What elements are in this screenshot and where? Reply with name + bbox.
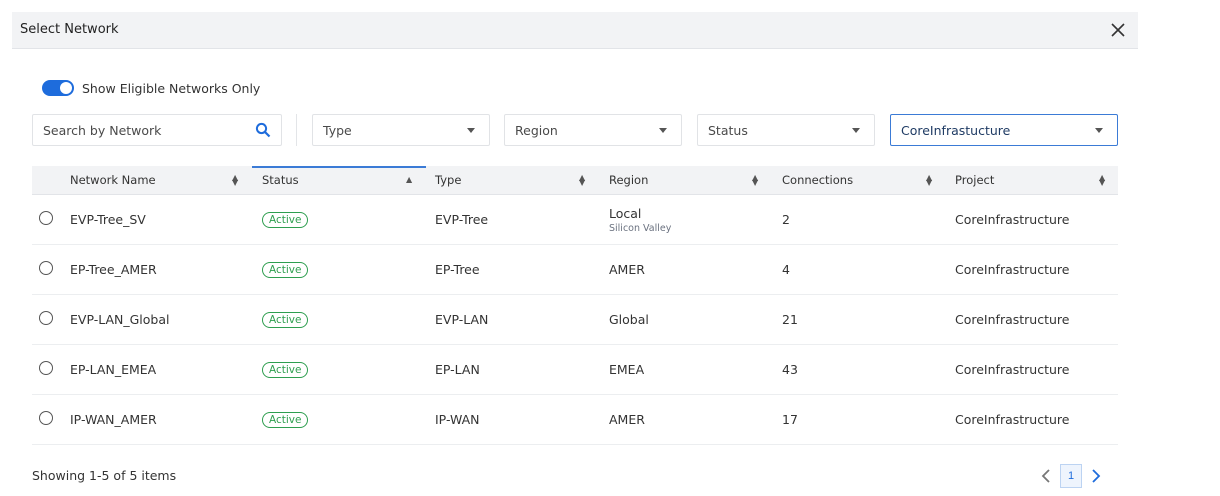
row-radio[interactable]	[39, 361, 53, 375]
status-badge: Active	[262, 261, 309, 278]
table-header: Network Name ▲ ▼ Status ▲ Type ▲ ▼ Region …	[32, 166, 1118, 195]
network-type: IP-WAN	[435, 412, 480, 427]
column-type[interactable]: Type ▲ ▼	[435, 166, 595, 194]
network-type: EVP-LAN	[435, 312, 489, 327]
row-radio[interactable]	[39, 311, 53, 325]
next-page-button[interactable]	[1086, 465, 1106, 487]
chevron-down-icon	[852, 128, 860, 133]
project-name: CoreInfrastructure	[955, 262, 1070, 277]
region-name: Global	[609, 312, 649, 327]
project-select[interactable]: CoreInfrastucture	[890, 114, 1118, 146]
connections-count: 21	[782, 312, 798, 327]
type-select[interactable]: Type	[312, 114, 490, 146]
status-cell: Active	[262, 195, 309, 244]
close-button[interactable]	[1106, 18, 1130, 42]
chevron-down-icon	[1095, 128, 1103, 133]
network-type: EP-Tree	[435, 262, 480, 277]
page-number-button[interactable]: 1	[1060, 464, 1082, 488]
eligible-toggle-label: Show Eligible Networks Only	[82, 80, 261, 96]
status-cell: Active	[262, 395, 309, 444]
region-name: EMEA	[609, 362, 645, 377]
networks-table: Network Name ▲ ▼ Status ▲ Type ▲ ▼ Region …	[32, 166, 1118, 445]
column-label: Region	[609, 173, 649, 187]
chevron-down-icon	[659, 128, 667, 133]
network-name: EVP-LAN_Global	[70, 312, 170, 327]
network-type: EVP-Tree	[435, 212, 489, 227]
chevron-left-icon	[1041, 469, 1050, 483]
sort-icon: ▲ ▼	[1099, 173, 1106, 187]
column-status[interactable]: Status ▲	[262, 166, 422, 194]
table-row[interactable]: EP-Tree_AMER Active EP-Tree AMER 4 CoreI…	[32, 245, 1118, 295]
region-name: AMER	[609, 412, 645, 427]
table-row[interactable]: EVP-LAN_Global Active EVP-LAN Global 21 …	[32, 295, 1118, 345]
connections-count: 4	[782, 262, 790, 277]
project-select-value: CoreInfrastucture	[901, 123, 1011, 138]
column-label: Status	[262, 173, 299, 187]
sort-icon: ▲ ▼	[579, 173, 586, 187]
region-subtext: Silicon Valley	[609, 222, 672, 234]
type-select-value: Type	[323, 123, 352, 138]
pagination-summary: Showing 1-5 of 5 items	[32, 468, 177, 483]
search-placeholder: Search by Network	[43, 123, 162, 138]
column-region[interactable]: Region ▲ ▼	[609, 166, 769, 194]
status-cell: Active	[262, 345, 309, 394]
status-badge: Active	[262, 411, 309, 428]
status-select-value: Status	[708, 123, 748, 138]
search-icon[interactable]	[255, 122, 271, 138]
status-cell: Active	[262, 295, 309, 344]
connections-count: 43	[782, 362, 798, 377]
row-radio[interactable]	[39, 211, 53, 225]
toggle-knob	[60, 82, 72, 94]
dialog-title: Select Network	[20, 22, 119, 37]
chevron-down-icon	[467, 128, 475, 133]
column-network-name[interactable]: Network Name ▲ ▼	[70, 166, 240, 194]
search-input[interactable]: Search by Network	[32, 114, 282, 146]
network-name: EVP-Tree_SV	[70, 212, 146, 227]
region-name: Local	[609, 205, 642, 221]
region-name: AMER	[609, 262, 645, 277]
column-label: Project	[955, 173, 995, 187]
column-connections[interactable]: Connections ▲ ▼	[782, 166, 942, 194]
select-network-dialog: Select Network Show Eligible Networks On…	[12, 12, 1138, 494]
row-radio[interactable]	[39, 411, 53, 425]
network-name: EP-LAN_EMEA	[70, 362, 157, 377]
status-select[interactable]: Status	[697, 114, 875, 146]
project-name: CoreInfrastructure	[955, 412, 1070, 427]
connections-count: 17	[782, 412, 798, 427]
column-label: Network Name	[70, 173, 156, 187]
status-badge: Active	[262, 311, 309, 328]
project-name: CoreInfrastructure	[955, 312, 1070, 327]
close-icon	[1111, 23, 1125, 37]
sort-icon: ▲ ▼	[232, 173, 239, 187]
eligible-networks-toggle[interactable]	[42, 80, 74, 96]
sort-asc-icon: ▲	[406, 175, 413, 184]
previous-page-button[interactable]	[1036, 465, 1056, 487]
row-radio[interactable]	[39, 261, 53, 275]
project-name: CoreInfrastructure	[955, 362, 1070, 377]
column-project[interactable]: Project ▲ ▼	[955, 166, 1115, 194]
chevron-right-icon	[1092, 469, 1101, 483]
status-cell: Active	[262, 245, 309, 294]
connections-count: 2	[782, 212, 790, 227]
column-label: Connections	[782, 173, 854, 187]
table-row[interactable]: EP-LAN_EMEA Active EP-LAN EMEA 43 CoreIn…	[32, 345, 1118, 395]
sort-icon: ▲ ▼	[752, 173, 759, 187]
sort-icon: ▲ ▼	[926, 173, 933, 187]
network-type: EP-LAN	[435, 362, 480, 377]
column-label: Type	[435, 173, 462, 187]
status-badge: Active	[262, 211, 309, 228]
region-select-value: Region	[515, 123, 558, 138]
filter-divider	[296, 114, 297, 146]
table-row[interactable]: IP-WAN_AMER Active IP-WAN AMER 17 CoreIn…	[32, 395, 1118, 445]
region-select[interactable]: Region	[504, 114, 682, 146]
network-name: EP-Tree_AMER	[70, 262, 157, 277]
pagination: 1	[1036, 464, 1106, 488]
project-name: CoreInfrastructure	[955, 212, 1070, 227]
network-name: IP-WAN_AMER	[70, 412, 157, 427]
region-cell: Local Silicon Valley	[609, 195, 671, 244]
eligible-toggle-row: Show Eligible Networks Only	[42, 80, 260, 96]
table-row[interactable]: EVP-Tree_SV Active EVP-Tree Local Silico…	[32, 195, 1118, 245]
status-badge: Active	[262, 361, 309, 378]
dialog-header: Select Network	[12, 12, 1138, 49]
